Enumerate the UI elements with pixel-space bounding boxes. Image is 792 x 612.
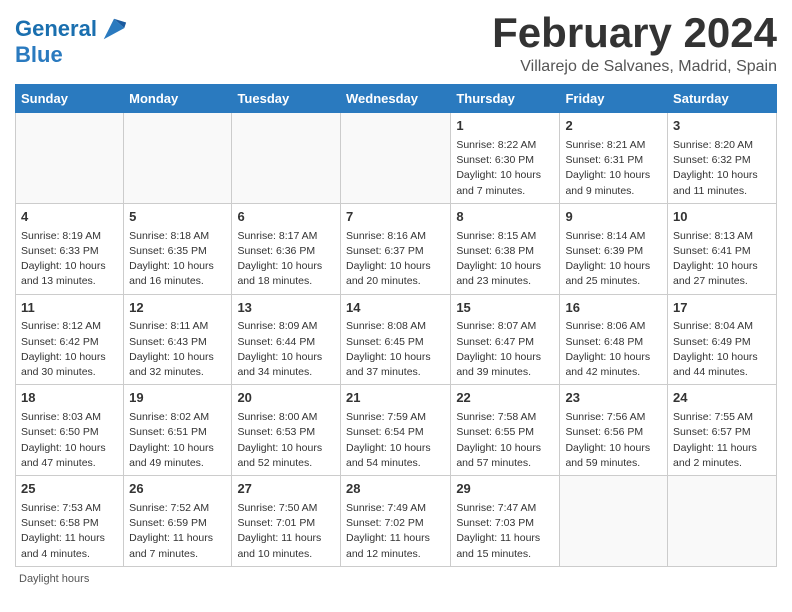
title-section: February 2024 Villarejo de Salvanes, Mad… [492, 10, 777, 76]
day-number: 9 [565, 208, 662, 227]
day-number: 25 [21, 480, 118, 499]
calendar-cell: 7Sunrise: 8:16 AMSunset: 6:37 PMDaylight… [340, 203, 450, 294]
daylight-label: Daylight hours [19, 573, 89, 585]
calendar-cell: 12Sunrise: 8:11 AMSunset: 6:43 PMDayligh… [124, 294, 232, 385]
day-number: 1 [456, 117, 554, 136]
day-number: 10 [673, 208, 771, 227]
logo: General Blue [15, 15, 128, 67]
calendar-cell: 11Sunrise: 8:12 AMSunset: 6:42 PMDayligh… [16, 294, 124, 385]
weekday-header-cell: Sunday [16, 85, 124, 113]
calendar-cell: 21Sunrise: 7:59 AMSunset: 6:54 PMDayligh… [340, 385, 450, 476]
calendar-cell: 17Sunrise: 8:04 AMSunset: 6:49 PMDayligh… [668, 294, 777, 385]
calendar-cell [560, 476, 668, 567]
day-number: 16 [565, 299, 662, 318]
calendar-header: SundayMondayTuesdayWednesdayThursdayFrid… [16, 85, 777, 113]
calendar-cell: 3Sunrise: 8:20 AMSunset: 6:32 PMDaylight… [668, 113, 777, 204]
calendar-cell [124, 113, 232, 204]
calendar-cell: 14Sunrise: 8:08 AMSunset: 6:45 PMDayligh… [340, 294, 450, 385]
logo-general: General [15, 16, 97, 41]
calendar-cell: 8Sunrise: 8:15 AMSunset: 6:38 PMDaylight… [451, 203, 560, 294]
calendar-cell: 10Sunrise: 8:13 AMSunset: 6:41 PMDayligh… [668, 203, 777, 294]
weekday-header-cell: Monday [124, 85, 232, 113]
day-number: 12 [129, 299, 226, 318]
day-number: 17 [673, 299, 771, 318]
day-number: 14 [346, 299, 445, 318]
day-number: 28 [346, 480, 445, 499]
calendar-cell: 13Sunrise: 8:09 AMSunset: 6:44 PMDayligh… [232, 294, 341, 385]
calendar-cell: 1Sunrise: 8:22 AMSunset: 6:30 PMDaylight… [451, 113, 560, 204]
calendar-cell: 5Sunrise: 8:18 AMSunset: 6:35 PMDaylight… [124, 203, 232, 294]
calendar-cell [232, 113, 341, 204]
calendar-table: SundayMondayTuesdayWednesdayThursdayFrid… [15, 84, 777, 567]
day-number: 23 [565, 389, 662, 408]
calendar-cell: 20Sunrise: 8:00 AMSunset: 6:53 PMDayligh… [232, 385, 341, 476]
day-number: 6 [237, 208, 335, 227]
calendar-body: 1Sunrise: 8:22 AMSunset: 6:30 PMDaylight… [16, 113, 777, 567]
calendar-cell: 26Sunrise: 7:52 AMSunset: 6:59 PMDayligh… [124, 476, 232, 567]
calendar-cell: 25Sunrise: 7:53 AMSunset: 6:58 PMDayligh… [16, 476, 124, 567]
weekday-header-cell: Saturday [668, 85, 777, 113]
weekday-header-row: SundayMondayTuesdayWednesdayThursdayFrid… [16, 85, 777, 113]
footer: Daylight hours [15, 573, 777, 585]
weekday-header-cell: Wednesday [340, 85, 450, 113]
calendar-cell: 19Sunrise: 8:02 AMSunset: 6:51 PMDayligh… [124, 385, 232, 476]
day-number: 20 [237, 389, 335, 408]
day-number: 15 [456, 299, 554, 318]
weekday-header-cell: Friday [560, 85, 668, 113]
page-subtitle: Villarejo de Salvanes, Madrid, Spain [492, 58, 777, 76]
calendar-cell: 24Sunrise: 7:55 AMSunset: 6:57 PMDayligh… [668, 385, 777, 476]
day-number: 13 [237, 299, 335, 318]
calendar-week-row: 11Sunrise: 8:12 AMSunset: 6:42 PMDayligh… [16, 294, 777, 385]
calendar-week-row: 4Sunrise: 8:19 AMSunset: 6:33 PMDaylight… [16, 203, 777, 294]
calendar-cell: 29Sunrise: 7:47 AMSunset: 7:03 PMDayligh… [451, 476, 560, 567]
day-number: 8 [456, 208, 554, 227]
page-title: February 2024 [492, 10, 777, 56]
day-number: 22 [456, 389, 554, 408]
day-number: 5 [129, 208, 226, 227]
day-number: 18 [21, 389, 118, 408]
calendar-week-row: 1Sunrise: 8:22 AMSunset: 6:30 PMDaylight… [16, 113, 777, 204]
calendar-cell: 16Sunrise: 8:06 AMSunset: 6:48 PMDayligh… [560, 294, 668, 385]
calendar-week-row: 25Sunrise: 7:53 AMSunset: 6:58 PMDayligh… [16, 476, 777, 567]
calendar-cell: 2Sunrise: 8:21 AMSunset: 6:31 PMDaylight… [560, 113, 668, 204]
day-number: 11 [21, 299, 118, 318]
calendar-cell: 22Sunrise: 7:58 AMSunset: 6:55 PMDayligh… [451, 385, 560, 476]
day-number: 27 [237, 480, 335, 499]
day-number: 21 [346, 389, 445, 408]
calendar-cell: 6Sunrise: 8:17 AMSunset: 6:36 PMDaylight… [232, 203, 341, 294]
calendar-cell: 27Sunrise: 7:50 AMSunset: 7:01 PMDayligh… [232, 476, 341, 567]
day-number: 24 [673, 389, 771, 408]
calendar-cell: 28Sunrise: 7:49 AMSunset: 7:02 PMDayligh… [340, 476, 450, 567]
logo-text: General [15, 17, 97, 41]
day-number: 26 [129, 480, 226, 499]
header: General Blue February 2024 Villarejo de … [15, 10, 777, 76]
calendar-cell [16, 113, 124, 204]
day-number: 7 [346, 208, 445, 227]
day-number: 4 [21, 208, 118, 227]
weekday-header-cell: Thursday [451, 85, 560, 113]
calendar-week-row: 18Sunrise: 8:03 AMSunset: 6:50 PMDayligh… [16, 385, 777, 476]
weekday-header-cell: Tuesday [232, 85, 341, 113]
day-number: 29 [456, 480, 554, 499]
day-number: 3 [673, 117, 771, 136]
day-number: 2 [565, 117, 662, 136]
logo-icon [100, 15, 128, 43]
calendar-cell: 4Sunrise: 8:19 AMSunset: 6:33 PMDaylight… [16, 203, 124, 294]
calendar-cell [340, 113, 450, 204]
logo-blue-text: Blue [15, 43, 128, 67]
day-number: 19 [129, 389, 226, 408]
calendar-cell: 23Sunrise: 7:56 AMSunset: 6:56 PMDayligh… [560, 385, 668, 476]
calendar-cell: 9Sunrise: 8:14 AMSunset: 6:39 PMDaylight… [560, 203, 668, 294]
calendar-cell: 15Sunrise: 8:07 AMSunset: 6:47 PMDayligh… [451, 294, 560, 385]
calendar-cell: 18Sunrise: 8:03 AMSunset: 6:50 PMDayligh… [16, 385, 124, 476]
calendar-cell [668, 476, 777, 567]
